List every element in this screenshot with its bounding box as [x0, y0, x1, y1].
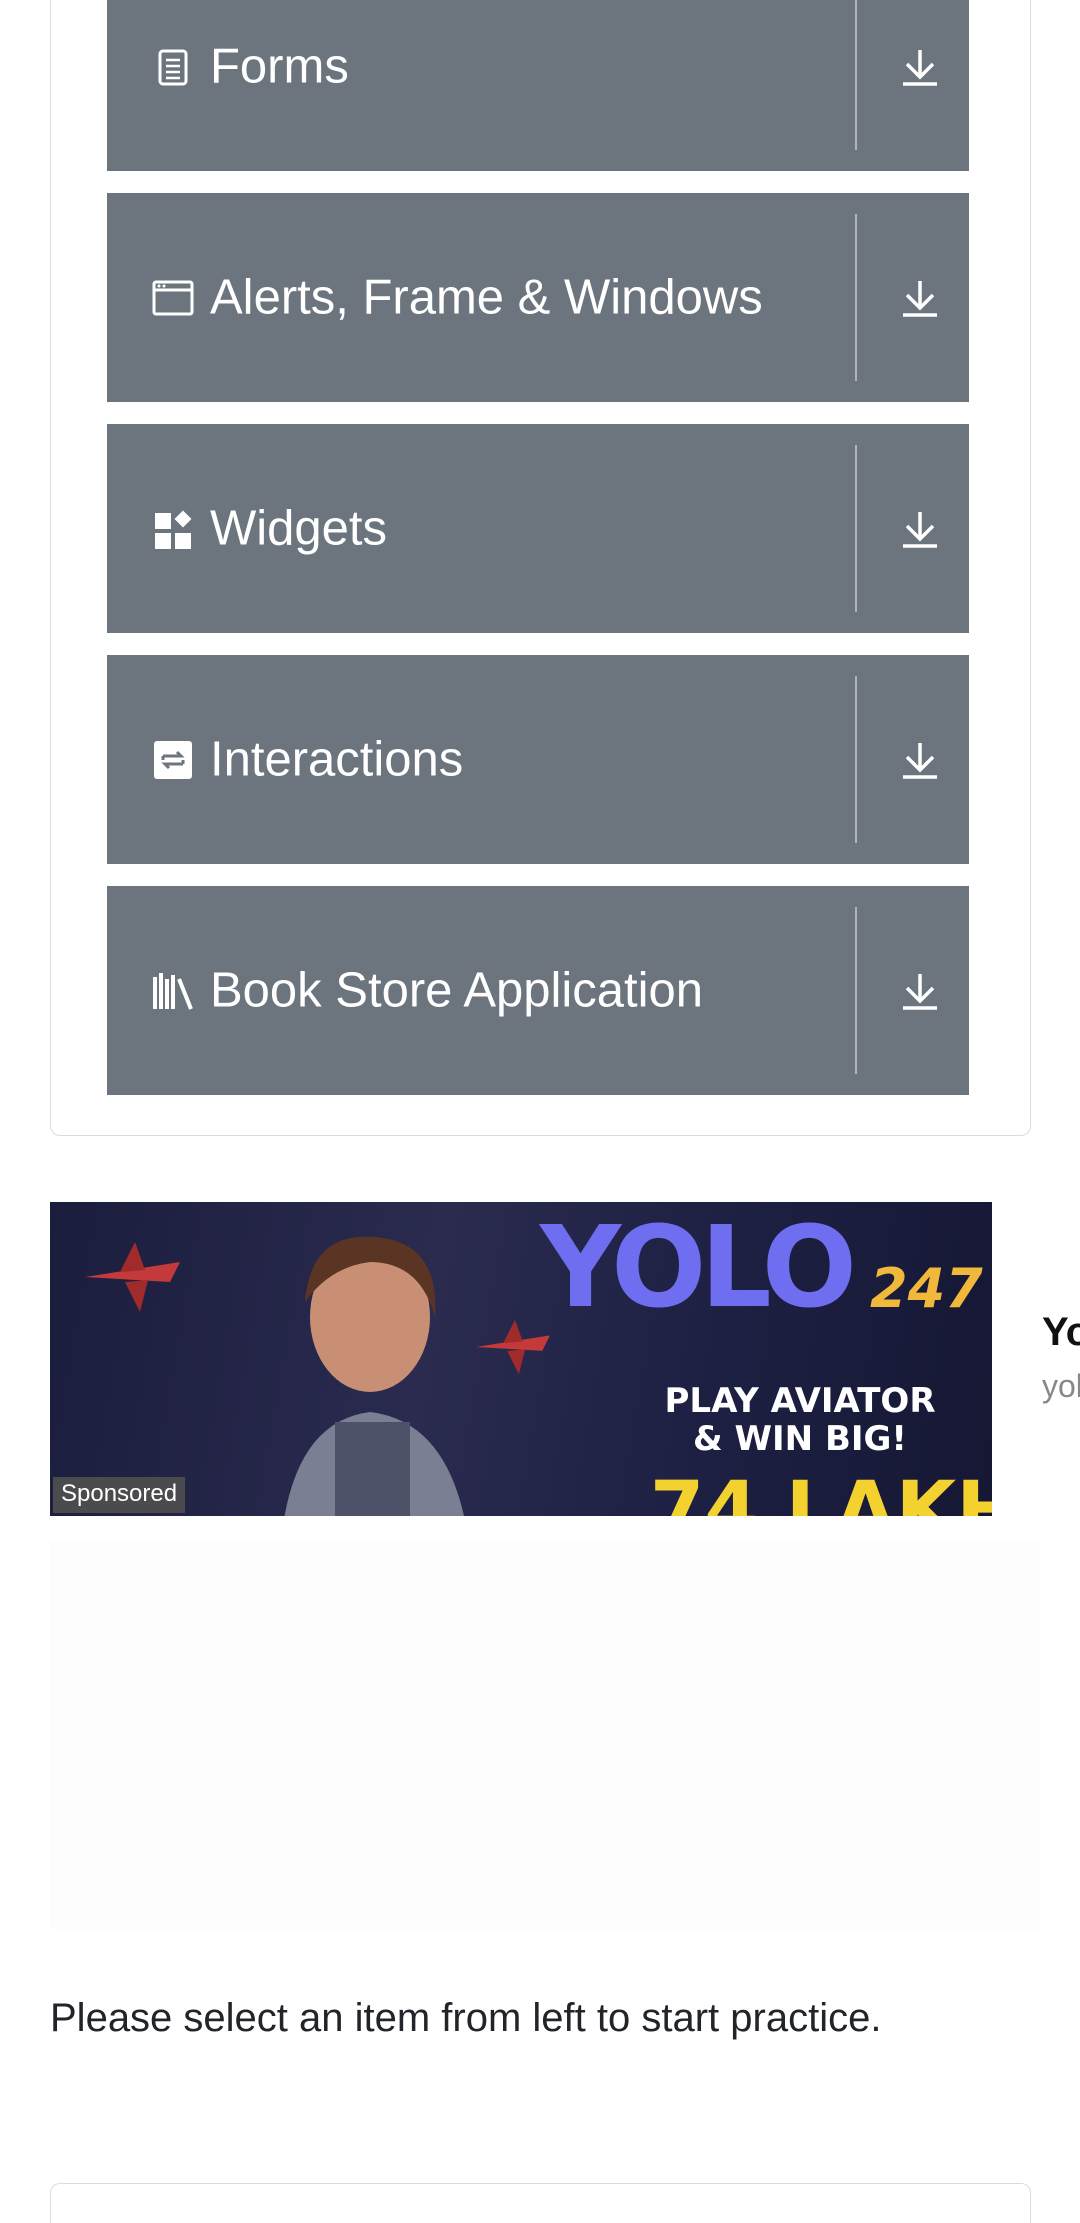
group-header-widgets[interactable]: Widgets — [107, 424, 969, 633]
browser-window-icon — [152, 280, 194, 315]
group-header-alerts-frame-windows[interactable]: Alerts, Frame & Windows — [107, 193, 969, 402]
ad-title[interactable]: Yo — [1042, 1310, 1080, 1355]
download-arrow-icon[interactable] — [899, 739, 941, 781]
ad-banner-image[interactable]: YOLO 247 PLAY AVIATOR & WIN BIG! 74 LAKH… — [50, 1202, 992, 1516]
group-label: Interactions — [210, 732, 464, 786]
header-divider — [855, 676, 857, 843]
header-divider — [855, 214, 857, 381]
ad-placeholder-area — [50, 1540, 1040, 1930]
download-arrow-icon[interactable] — [899, 508, 941, 550]
form-icon — [158, 49, 188, 85]
download-arrow-icon[interactable] — [899, 46, 941, 88]
group-header-forms[interactable]: Forms — [107, 0, 969, 171]
group-header-book-store-application[interactable]: Book Store Application — [107, 886, 969, 1095]
practice-prompt: Please select an item from left to start… — [50, 1996, 882, 2040]
header-divider — [855, 445, 857, 612]
ad-domain: yol — [1042, 1368, 1080, 1404]
widgets-icon — [155, 510, 192, 549]
download-arrow-icon[interactable] — [899, 277, 941, 319]
group-label: Alerts, Frame & Windows — [210, 270, 763, 324]
group-label: Widgets — [210, 501, 388, 555]
group-header-interactions[interactable]: Interactions — [107, 655, 969, 864]
book-library-icon — [153, 972, 193, 1010]
sponsored-badge: Sponsored — [53, 1477, 186, 1513]
download-arrow-icon[interactable] — [899, 970, 941, 1012]
ad-amount: 74 LAKHS — [650, 1466, 992, 1516]
header-divider — [855, 0, 857, 150]
ad-brand-number: 247 — [870, 1257, 983, 1320]
ad-brand-logo: YOLO — [540, 1203, 857, 1333]
ad-plane-illustration — [85, 1242, 180, 1312]
header-divider — [855, 907, 857, 1074]
group-label: Book Store Application — [210, 963, 704, 1017]
ad-tagline: PLAY AVIATOR & WIN BIG! — [664, 1381, 936, 1460]
group-label: Forms — [210, 39, 349, 93]
bottom-card — [50, 2183, 1031, 2223]
interactions-icon — [154, 740, 192, 779]
